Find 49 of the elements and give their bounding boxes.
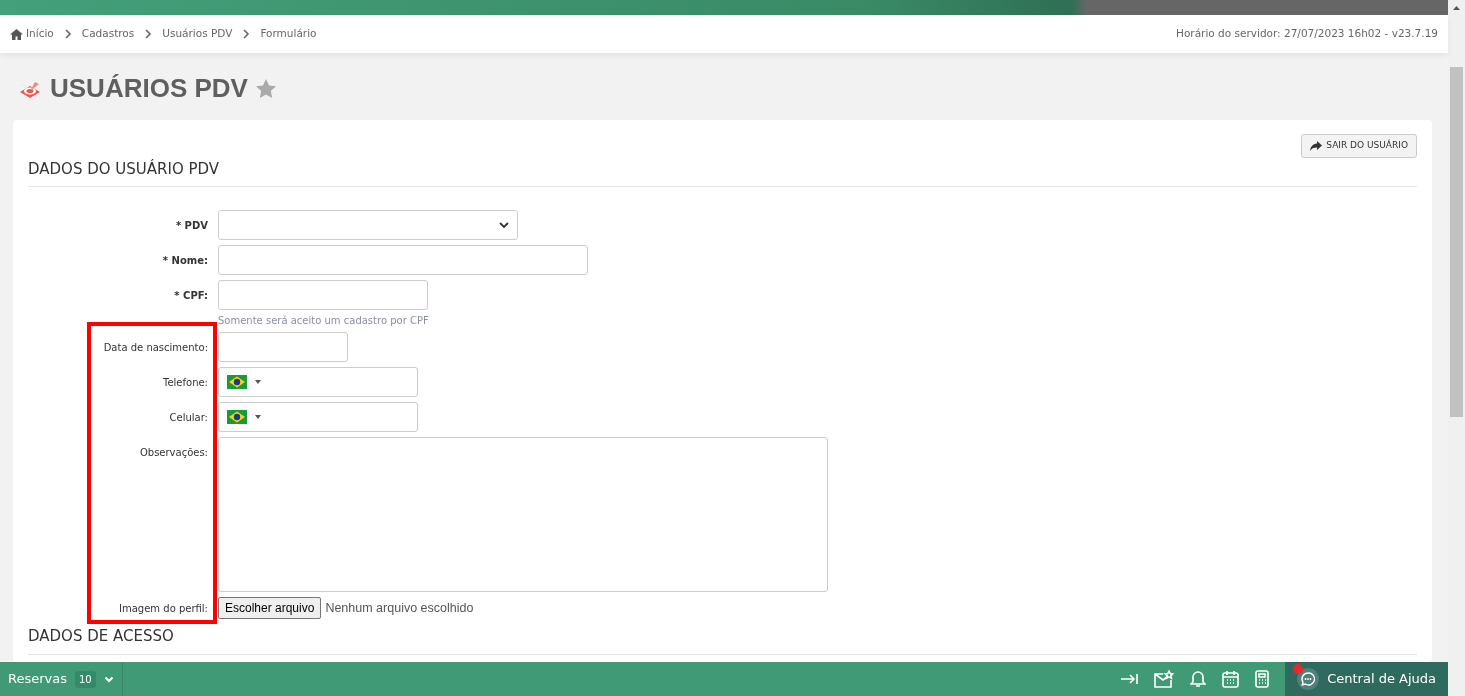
field-label: Imagem do perfil: — [118, 602, 208, 616]
calculator-icon[interactable] — [1255, 670, 1270, 688]
count-badge: 10 — [75, 670, 96, 688]
input-field[interactable] — [218, 245, 588, 275]
brazil-flag-icon — [227, 410, 247, 424]
textarea-field[interactable] — [218, 437, 828, 592]
field-label: Celular: — [168, 411, 208, 425]
chevron-right-icon — [144, 29, 153, 39]
phone-field[interactable] — [218, 402, 418, 432]
star-icon[interactable] — [255, 79, 276, 98]
date-field[interactable] — [218, 332, 348, 362]
home-icon — [10, 28, 23, 40]
field-label: Data de nascimento: — [102, 341, 208, 355]
field-label: * Nome: — [161, 254, 208, 268]
breadcrumb-link[interactable]: Início — [26, 26, 54, 42]
chevron-right-icon — [63, 29, 72, 39]
scrollbar-thumb[interactable] — [1450, 67, 1463, 417]
phone-field[interactable] — [218, 367, 418, 397]
chevron-down-icon — [499, 221, 509, 229]
help-center-button[interactable]: Central de Ajuda — [1285, 662, 1448, 696]
server-time-text: Horário do servidor: 27/07/2023 16h02 - v23.7.19 — [1176, 26, 1438, 42]
exit-user-button[interactable]: SAIR DO USUÁRIO — [1301, 134, 1417, 158]
field-label: Observações: — [138, 446, 208, 460]
field-label: * PDV — [174, 219, 208, 233]
bell-icon[interactable] — [1190, 670, 1207, 688]
chat-bubble-icon — [1297, 668, 1320, 690]
brazil-flag-icon — [227, 375, 247, 389]
dropdown-caret-icon — [255, 380, 261, 384]
reservas-label[interactable]: Reservas — [8, 669, 67, 689]
choose-file-button[interactable]: Escolher arquivo — [218, 597, 322, 619]
calendar-icon[interactable] — [1222, 670, 1240, 688]
chevron-down-icon[interactable] — [103, 675, 114, 683]
breadcrumb-link[interactable]: Cadastros — [81, 26, 135, 42]
breadcrumb-link[interactable]: Formulário — [260, 26, 317, 42]
field-label: * CPF: — [173, 289, 208, 303]
page-title: USUÁRIOS PDV — [50, 72, 248, 105]
section-title: DADOS DO USUÁRIO PDV — [28, 157, 1417, 187]
input-field[interactable] — [218, 280, 428, 310]
section-title: DADOS DE ACESSO — [28, 625, 1417, 655]
breadcrumb-link[interactable]: Usuários PDV — [162, 26, 233, 42]
mail-star-icon[interactable] — [1154, 670, 1175, 688]
share-arrow-icon — [1310, 140, 1323, 151]
field-hint: Somente será aceito um cadastro por CPF — [218, 314, 430, 328]
select-field[interactable] — [218, 210, 518, 240]
collapse-arrow-icon[interactable] — [1120, 672, 1139, 686]
chevron-right-icon — [242, 29, 251, 39]
dropdown-caret-icon — [255, 415, 261, 419]
field-label: Telefone: — [162, 376, 208, 390]
file-status-text: Nenhum arquivo escolhido — [325, 599, 474, 617]
